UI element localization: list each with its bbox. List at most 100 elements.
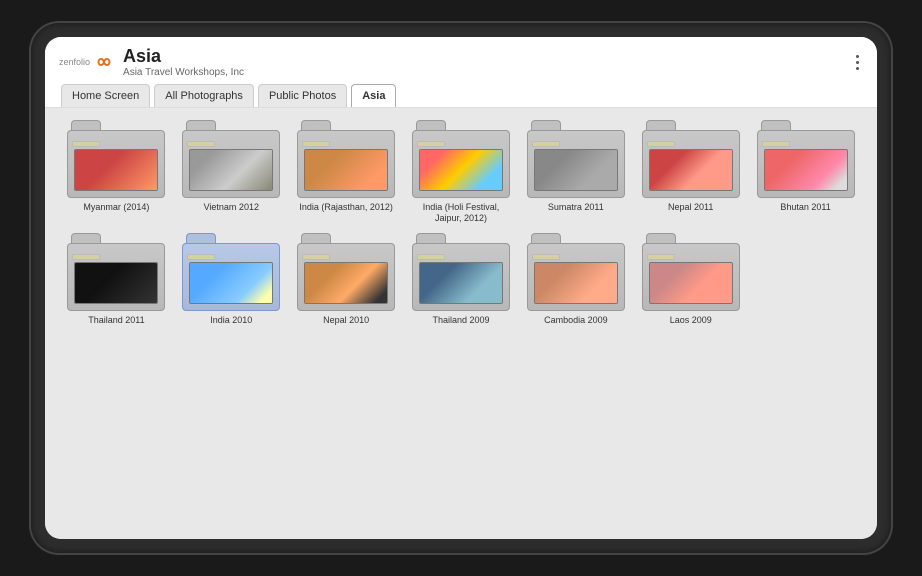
folder-photo [189,149,273,191]
folder-photo [419,149,503,191]
folder-body [297,130,395,198]
main-content: Myanmar (2014) Vietnam 2012 India (Rajas… [45,108,877,539]
folder-name: Cambodia 2009 [544,315,608,327]
folder-body [642,243,740,311]
folder-icon [182,233,280,311]
folder-photo [649,262,733,304]
folder-photo [534,149,618,191]
folder-item-nepal-2011[interactable]: Nepal 2011 [635,120,746,225]
folder-name: Vietnam 2012 [204,202,259,214]
folder-item-cambodia[interactable]: Cambodia 2009 [520,233,631,327]
folder-icon [527,120,625,198]
folder-icon [297,233,395,311]
folder-photo-inner [420,150,502,190]
folder-photo-inner [535,150,617,190]
folder-body [182,243,280,311]
header-title-group: Asia Asia Travel Workshops, Inc [123,47,244,78]
folder-icon [527,233,625,311]
folder-body [67,130,165,198]
tablet-frame: zenfolio Asia Asia Travel Workshops, Inc [31,23,891,553]
folder-body [412,130,510,198]
zenfolio-icon [93,55,115,69]
folder-label-tag [647,141,675,147]
folder-label-tag [302,141,330,147]
folder-photo [74,149,158,191]
folder-item-india-holi[interactable]: India (Holi Festival, Jaipur, 2012) [406,120,517,225]
tab-home[interactable]: Home Screen [61,84,150,107]
folder-photo-inner [305,263,387,303]
page-subtitle: Asia Travel Workshops, Inc [123,67,244,78]
folder-item-india-2010[interactable]: India 2010 [176,233,287,327]
folder-photo-inner [765,150,847,190]
folder-item-nepal-2010[interactable]: Nepal 2010 [291,233,402,327]
folder-icon [297,120,395,198]
folder-body [642,130,740,198]
zenfolio-logo: zenfolio [59,55,115,69]
folder-label-tag [302,254,330,260]
folder-photo [649,149,733,191]
folder-label-tag [72,141,100,147]
tablet-screen: zenfolio Asia Asia Travel Workshops, Inc [45,37,877,539]
folder-label-tag [187,254,215,260]
folder-icon [412,120,510,198]
folder-photo-inner [305,150,387,190]
folder-name: India (Rajasthan, 2012) [299,202,393,214]
page-title: Asia [123,47,244,67]
folder-label-tag [647,254,675,260]
folder-photo [304,262,388,304]
more-dot-1 [856,55,859,58]
folder-body [182,130,280,198]
folder-photo [304,149,388,191]
folder-photo-inner [535,263,617,303]
tab-photographs[interactable]: All Photographs [154,84,254,107]
folders-grid: Myanmar (2014) Vietnam 2012 India (Rajas… [61,120,861,327]
folder-item-india-raj[interactable]: India (Rajasthan, 2012) [291,120,402,225]
zenfolio-text: zenfolio [59,57,90,67]
folder-item-laos[interactable]: Laos 2009 [635,233,746,327]
folder-name: Sumatra 2011 [548,202,604,214]
folder-item-thailand-2009[interactable]: Thailand 2009 [406,233,517,327]
folder-label-tag [417,254,445,260]
folder-name: India (Holi Festival, Jaipur, 2012) [412,202,510,225]
tab-asia[interactable]: Asia [351,84,396,107]
folder-name: Myanmar (2014) [83,202,149,214]
folder-photo [74,262,158,304]
folder-item-bhutan[interactable]: Bhutan 2011 [750,120,861,225]
folder-photo [764,149,848,191]
folder-photo-inner [190,263,272,303]
folder-item-vietnam[interactable]: Vietnam 2012 [176,120,287,225]
more-dot-2 [856,61,859,64]
folder-item-thailand-2011[interactable]: Thailand 2011 [61,233,172,327]
folder-photo-inner [75,150,157,190]
folder-photo [534,262,618,304]
folder-name: Nepal 2011 [668,202,713,214]
folder-name: India 2010 [210,315,252,327]
tab-public[interactable]: Public Photos [258,84,347,107]
folder-photo-inner [190,150,272,190]
folder-name: Thailand 2009 [432,315,489,327]
folder-name: Thailand 2011 [88,315,144,327]
folder-body [757,130,855,198]
folder-icon [412,233,510,311]
folder-body [527,243,625,311]
folder-label-tag [532,141,560,147]
folder-photo [189,262,273,304]
folder-photo-inner [75,263,157,303]
folder-label-tag [762,141,790,147]
more-dot-3 [856,67,859,70]
folder-photo-inner [650,150,732,190]
folder-body [412,243,510,311]
folder-name: Bhutan 2011 [780,202,830,214]
header: zenfolio Asia Asia Travel Workshops, Inc [45,37,877,108]
folder-photo-inner [420,263,502,303]
nav-tabs: Home Screen All Photographs Public Photo… [59,84,863,107]
folder-item-myanmar[interactable]: Myanmar (2014) [61,120,172,225]
folder-body [527,130,625,198]
more-menu-button[interactable] [852,51,863,74]
folder-label-tag [72,254,100,260]
folder-label-tag [187,141,215,147]
folder-item-sumatra[interactable]: Sumatra 2011 [520,120,631,225]
folder-name: Nepal 2010 [323,315,369,327]
folder-label-tag [417,141,445,147]
folder-body [297,243,395,311]
